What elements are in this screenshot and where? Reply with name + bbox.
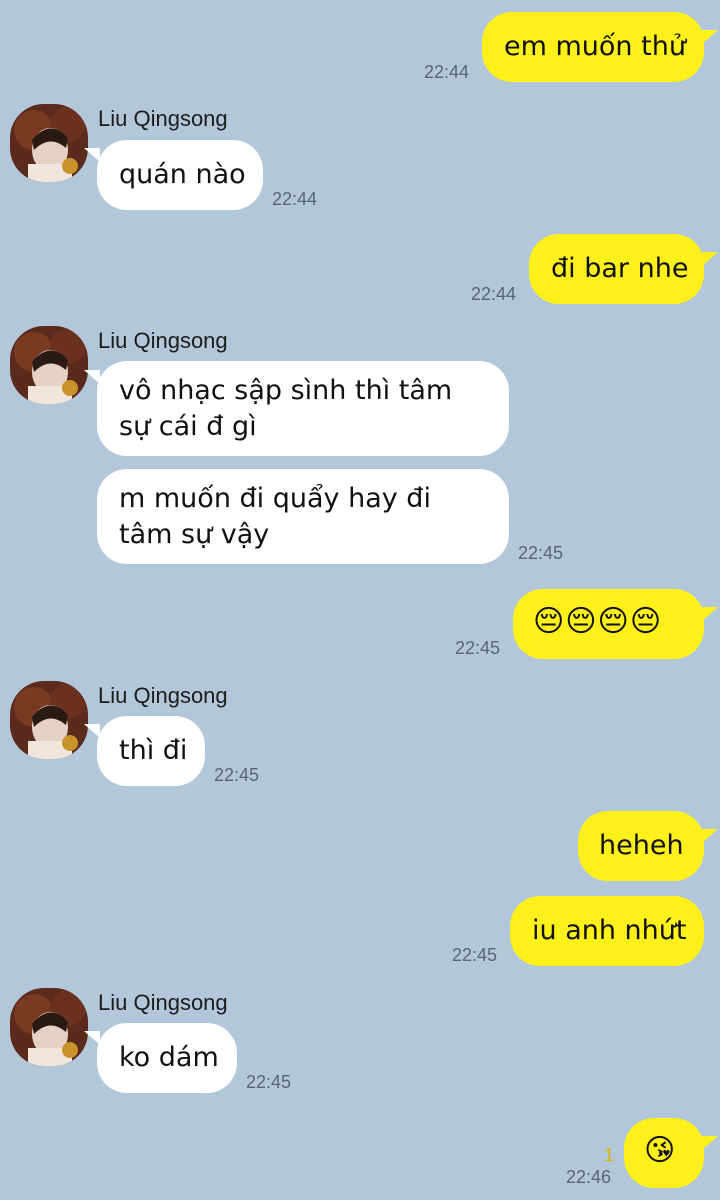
bubble-tail xyxy=(702,30,718,44)
message-bubble[interactable]: em muốn thử xyxy=(482,12,704,82)
message-bubble[interactable]: m muốn đi quẩy hay đi tâm sự vậy xyxy=(97,469,509,564)
message-time: 22:45 xyxy=(246,1072,292,1092)
sender-name: Liu Qingsong xyxy=(98,683,228,708)
message-time: 22:46 xyxy=(566,1167,612,1187)
message-time: 22:45 xyxy=(214,765,260,785)
message-bubble[interactable]: 😘 xyxy=(624,1118,704,1188)
sender-name: Liu Qingsong xyxy=(98,106,228,131)
message-bubble[interactable]: thì đi xyxy=(97,716,205,786)
message-time: 22:45 xyxy=(452,945,498,965)
bubble-tail xyxy=(702,829,718,843)
bubble-tail xyxy=(702,1136,718,1150)
message-time: 22:44 xyxy=(424,62,470,82)
message-bubble[interactable]: heheh xyxy=(578,811,704,881)
message-time: 22:44 xyxy=(471,284,517,304)
bubble-tail xyxy=(702,607,718,621)
sender-name: Liu Qingsong xyxy=(98,990,228,1015)
message-time: 22:45 xyxy=(518,543,564,563)
message-bubble[interactable]: quán nào xyxy=(97,140,263,210)
message-time: 22:44 xyxy=(272,189,318,209)
avatar[interactable] xyxy=(10,681,88,759)
message-bubble[interactable]: vô nhạc sập sình thì tâm sự cái đ gì xyxy=(97,361,509,456)
message-bubble[interactable]: đi bar nhe xyxy=(529,234,704,304)
chat-room: em muốn thử 22:44 Liu Qingsong quán nào … xyxy=(0,0,720,1200)
sender-name: Liu Qingsong xyxy=(98,328,228,353)
avatar[interactable] xyxy=(10,326,88,404)
avatar[interactable] xyxy=(10,104,88,182)
message-bubble[interactable]: iu anh nhứt xyxy=(510,896,704,966)
avatar[interactable] xyxy=(10,988,88,1066)
unread-count: 1 xyxy=(604,1145,615,1165)
message-bubble[interactable]: 😔😔😔😔 xyxy=(513,589,704,659)
message-time: 22:45 xyxy=(455,638,501,658)
bubble-tail xyxy=(702,252,718,266)
message-bubble[interactable]: ko dám xyxy=(97,1023,237,1093)
